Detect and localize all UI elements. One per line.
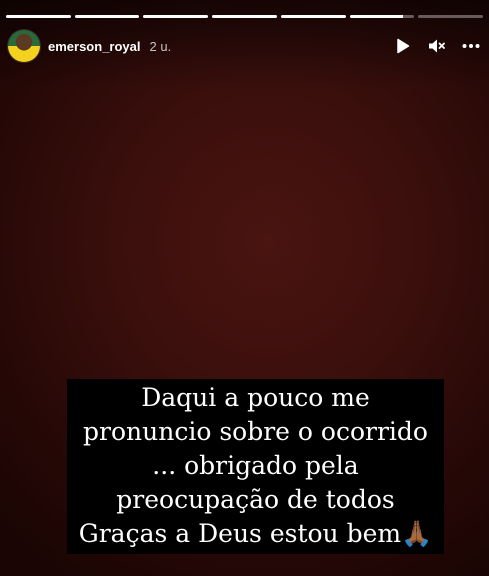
progress-segment-fill — [143, 15, 209, 18]
progress-segment — [212, 15, 277, 18]
caption-line: Daqui a pouco me — [141, 383, 370, 412]
story-header: emerson_royal 2 u. — [8, 29, 481, 63]
avatar[interactable] — [8, 30, 40, 62]
progress-segment-fill — [349, 15, 403, 18]
story-caption: Daqui a pouco me pronuncio sobre o ocorr… — [67, 379, 444, 554]
caption-line: preocupação de todos — [116, 485, 395, 514]
more-options-icon[interactable] — [461, 36, 481, 56]
story-progress-bar — [6, 15, 484, 18]
muted-speaker-icon[interactable] — [427, 36, 447, 56]
progress-segment-fill — [6, 15, 71, 18]
play-icon[interactable] — [393, 36, 413, 56]
caption-line: Graças a Deus estou bem🙏🏾 — [78, 519, 433, 548]
caption-line: ... obrigado pela — [152, 451, 359, 480]
progress-segment — [280, 15, 346, 18]
progress-segment-fill — [212, 15, 277, 18]
progress-segment — [6, 15, 71, 18]
progress-segment — [349, 15, 415, 18]
progress-segment-fill — [74, 15, 140, 18]
progress-segment — [74, 15, 140, 18]
progress-segment — [418, 15, 484, 18]
progress-segment — [143, 15, 209, 18]
caption-line: pronuncio sobre o ocorrido — [83, 417, 428, 446]
post-time: 2 u. — [149, 38, 172, 54]
story-controls — [393, 36, 481, 56]
username[interactable]: emerson_royal — [48, 39, 141, 54]
progress-segment-fill — [280, 15, 346, 18]
